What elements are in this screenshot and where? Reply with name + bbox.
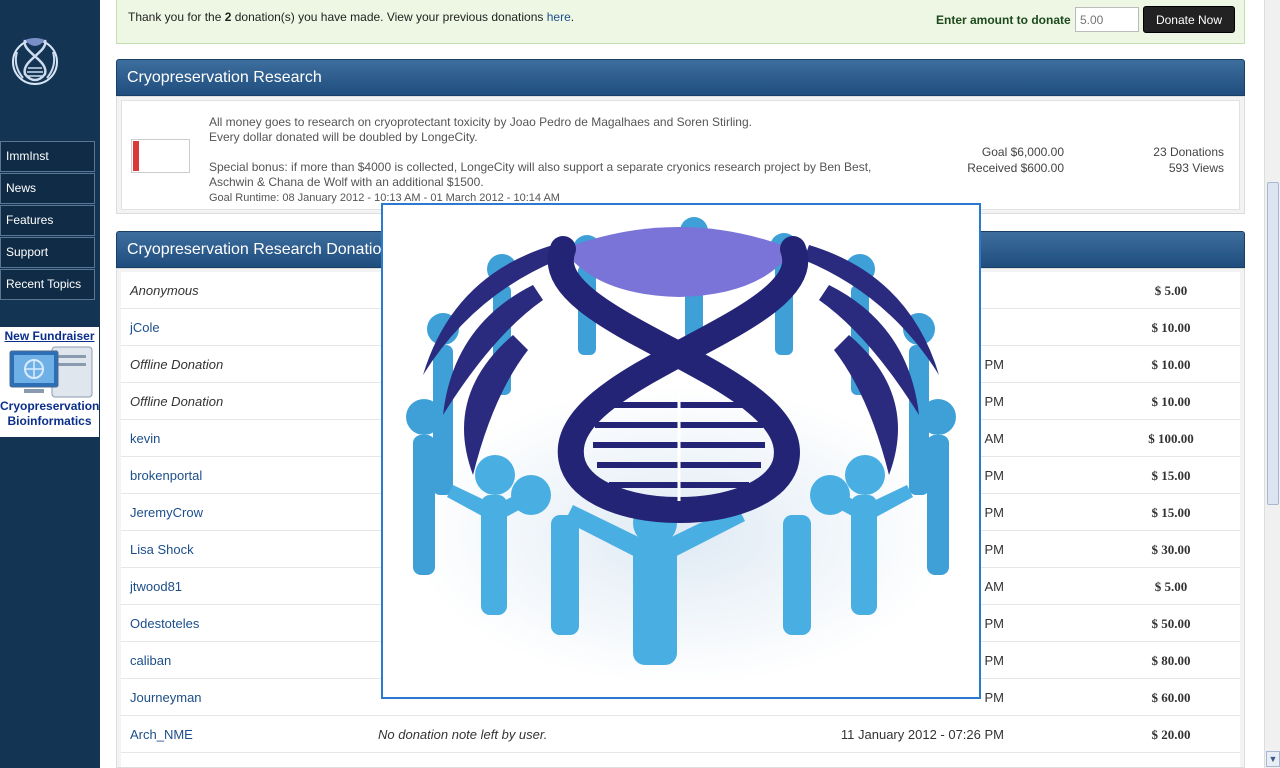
donor-name[interactable]: Journeyman	[130, 690, 202, 705]
goal-desc-line-2: Every dollar donated will be doubled by …	[209, 130, 478, 144]
goal-panel-inner: All money goes to research on cryoprotec…	[121, 100, 1240, 210]
goal-amounts: Goal $6,000.00 Received $600.00	[922, 144, 1064, 176]
thanks-period: .	[570, 10, 575, 24]
goal-stats: 23 Donations 593 Views	[1102, 144, 1224, 176]
nav-item-support[interactable]: Support	[0, 237, 95, 268]
donor-name[interactable]: jCole	[130, 320, 160, 335]
previous-donations-link[interactable]: here	[547, 10, 571, 24]
community-circle-logo-icon	[406, 217, 956, 685]
donation-amount: $ 10.00	[1151, 357, 1191, 372]
goal-section-header: Cryopreservation Research	[116, 59, 1245, 96]
donations-count: 23 Donations	[1153, 145, 1224, 159]
donor-name[interactable]: jtwood81	[130, 579, 182, 594]
donor-name[interactable]: Odestoteles	[130, 616, 199, 631]
donor-name[interactable]: kevin	[130, 431, 160, 446]
views-count: 593 Views	[1168, 161, 1224, 175]
donation-note: No donation note left by user.	[378, 727, 548, 742]
donation-amount: $ 15.00	[1151, 505, 1191, 520]
nav-item-imminst[interactable]: ImmInst	[0, 141, 95, 172]
donor-name[interactable]: brokenportal	[130, 468, 202, 483]
donate-now-button[interactable]: Donate Now	[1143, 6, 1235, 33]
goal-bonus-line-1: Special bonus: if more than $4000 is col…	[209, 160, 872, 174]
donor-name: Anonymous	[130, 283, 199, 298]
left-sidebar: ImmInst News Features Support Recent Top…	[0, 0, 100, 768]
logo-lightbox-overlay[interactable]	[381, 203, 981, 699]
promo-subtitle-line-2: Bioinformatics	[7, 414, 92, 428]
promo-subtitle: Cryopreservation Bioinformatics	[0, 399, 99, 429]
donate-amount-label: Enter amount to donate	[936, 13, 1071, 27]
donation-date: 11 January 2012 - 07:26 PM	[840, 727, 1004, 742]
nav-item-recent-topics[interactable]: Recent Topics	[0, 269, 95, 300]
donation-amount: $ 20.00	[1151, 727, 1191, 742]
thanks-text-before: Thank you for the	[128, 10, 225, 24]
donation-amount: $ 5.00	[1154, 579, 1188, 594]
goal-desc-line-1: All money goes to research on cryoprotec…	[209, 115, 752, 129]
goal-bonus-line-2: Aschwin & Chana de Wolf with an addition…	[209, 175, 484, 189]
received-amount: Received $600.00	[967, 161, 1064, 175]
donation-amount: $ 10.00	[1151, 320, 1191, 335]
donation-amount: $ 10.00	[1151, 394, 1191, 409]
goal-progress-bar	[131, 139, 190, 173]
goal-panel: All money goes to research on cryoprotec…	[116, 96, 1245, 214]
donor-name[interactable]: Arch_NME	[130, 727, 193, 742]
donation-amount: $ 60.00	[1151, 690, 1191, 705]
donation-amount: $ 50.00	[1151, 616, 1191, 631]
donation-thanks-bar: Thank you for the 2 donation(s) you have…	[116, 0, 1245, 44]
vertical-scrollbar[interactable]: ▼	[1264, 0, 1280, 768]
donation-amount: $ 100.00	[1148, 431, 1194, 446]
donation-amount: $ 30.00	[1151, 542, 1191, 557]
donor-name: Offline Donation	[130, 357, 224, 372]
thanks-message: Thank you for the 2 donation(s) you have…	[128, 10, 574, 24]
donation-amount: $ 5.00	[1154, 283, 1188, 298]
site-logo-icon[interactable]	[9, 30, 61, 86]
promo-title: New Fundraiser	[4, 329, 95, 343]
donor-name[interactable]: JeremyCrow	[130, 505, 203, 520]
nav-item-features[interactable]: Features	[0, 205, 95, 236]
donor-name[interactable]: Lisa Shock	[130, 542, 194, 557]
computer-illustration-icon	[9, 346, 93, 398]
donor-name: Offline Donation	[130, 394, 224, 409]
goal-amount: Goal $6,000.00	[981, 145, 1064, 159]
scrollbar-thumb[interactable]	[1267, 182, 1279, 505]
nav-item-news[interactable]: News	[0, 173, 95, 204]
donation-amount: $ 80.00	[1151, 653, 1191, 668]
donor-name[interactable]: caliban	[130, 653, 171, 668]
donate-amount-input[interactable]	[1075, 7, 1139, 32]
thanks-text-after: donation(s) you have made. View your pre…	[231, 10, 547, 24]
main-nav: ImmInst News Features Support Recent Top…	[0, 141, 95, 301]
donation-amount: $ 15.00	[1151, 468, 1191, 483]
goal-description: All money goes to research on cryoprotec…	[209, 115, 929, 206]
fundraiser-promo-banner[interactable]: New Fundraiser Cryopreservation Bioinfor…	[0, 327, 99, 437]
promo-subtitle-line-1: Cryopreservation	[0, 399, 99, 413]
scroll-down-arrow-icon[interactable]: ▼	[1266, 751, 1280, 767]
donation-row: Arch_NME No donation note left by user. 11…	[121, 716, 1240, 753]
goal-progress-fill	[133, 141, 139, 171]
